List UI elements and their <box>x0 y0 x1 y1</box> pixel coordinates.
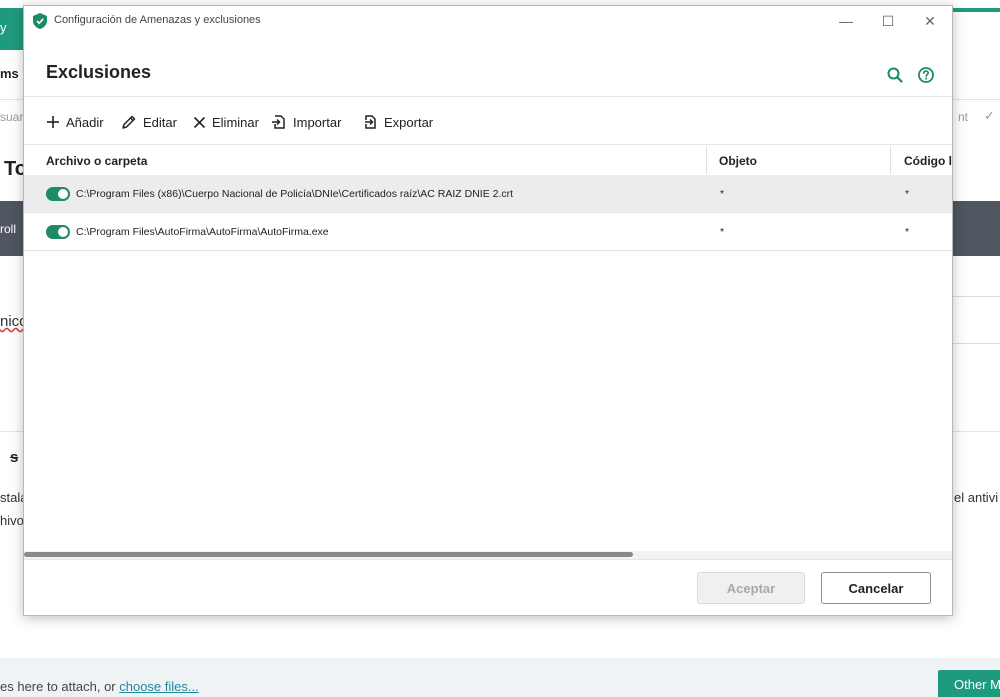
search-icon[interactable] <box>886 66 904 84</box>
pencil-icon <box>122 115 136 129</box>
background-fragment-text: hivo <box>0 513 24 528</box>
background-fragment-text: el antivi <box>954 490 999 505</box>
background-fragment-text: nt <box>958 110 969 124</box>
enable-toggle[interactable] <box>46 225 70 239</box>
close-button[interactable]: ✕ <box>908 6 952 36</box>
import-button-label: Importar <box>293 114 342 130</box>
check-icon: ✓ <box>984 108 995 123</box>
column-header-path[interactable]: Archivo o carpeta <box>46 154 147 168</box>
column-header-object[interactable]: Objeto <box>719 154 757 168</box>
minimize-button[interactable]: — <box>824 6 868 36</box>
choose-files-link[interactable]: choose files... <box>119 679 199 694</box>
toolbar: Añadir Editar Eliminar Importar Exportar <box>24 98 952 145</box>
window-titlebar[interactable]: Configuración de Amenazas y exclusiones … <box>24 6 952 36</box>
dialog-footer: Aceptar Cancelar <box>24 559 952 615</box>
shield-check-icon <box>33 13 47 29</box>
add-button[interactable]: Añadir <box>46 112 104 132</box>
table-row[interactable]: C:\Program Files\AutoFirma\AutoFirma\Aut… <box>24 213 952 251</box>
page-title: Exclusiones <box>46 62 152 82</box>
window-title: Configuración de Amenazas y exclusiones <box>54 14 261 26</box>
attach-hint: es here to attach, or choose files... <box>0 679 199 694</box>
cell-code: * <box>905 188 910 200</box>
close-x-icon <box>193 116 206 128</box>
table-row[interactable]: C:\Program Files (x86)\Cuerpo Nacional d… <box>24 175 952 213</box>
divider <box>952 296 1000 297</box>
delete-button-label: Eliminar <box>212 114 259 130</box>
divider <box>952 343 1000 344</box>
cell-path: C:\Program Files\AutoFirma\AutoFirma\Aut… <box>76 226 329 238</box>
maximize-button[interactable]: ☐ <box>866 6 910 36</box>
import-icon <box>272 115 285 129</box>
cell-object: * <box>720 188 725 200</box>
toggle-knob <box>58 227 68 237</box>
export-button-label: Exportar <box>384 114 434 130</box>
edit-button-label: Editar <box>143 114 177 130</box>
background-fragment-text: y <box>0 20 7 35</box>
edit-button[interactable]: Editar <box>121 112 177 132</box>
exclusions-dialog: Configuración de Amenazas y exclusiones … <box>23 5 953 616</box>
column-divider[interactable] <box>706 146 707 174</box>
plus-icon <box>47 116 59 128</box>
cell-code: * <box>905 226 910 238</box>
cancel-button[interactable]: Cancelar <box>821 572 931 604</box>
import-button[interactable]: Importar <box>271 112 341 132</box>
help-icon[interactable] <box>917 66 935 84</box>
table-header: Archivo o carpeta Objeto Código l <box>24 146 952 174</box>
background-top-bar-edge <box>952 8 1000 50</box>
toggle-knob <box>58 189 68 199</box>
export-icon <box>365 115 376 129</box>
delete-button[interactable]: Eliminar <box>193 112 259 132</box>
background-fragment-text: s <box>10 449 19 466</box>
column-divider[interactable] <box>890 146 891 174</box>
accept-button[interactable]: Aceptar <box>697 572 805 604</box>
background-fragment-text: roll <box>0 222 17 236</box>
column-header-code[interactable]: Código l <box>904 154 952 168</box>
dialog-header: Exclusiones <box>24 36 952 97</box>
cell-object: * <box>720 226 725 238</box>
background-fragment-text: suar <box>0 110 24 124</box>
other-methods-button[interactable]: Other Mo <box>938 670 1000 697</box>
export-button[interactable]: Exportar <box>362 112 433 132</box>
cell-path: C:\Program Files (x86)\Cuerpo Nacional d… <box>76 188 514 200</box>
add-button-label: Añadir <box>66 114 104 130</box>
background-fragment-text: ms <box>0 66 19 81</box>
attach-hint-text: es here to attach, or <box>0 679 120 694</box>
scrollbar-thumb[interactable] <box>24 552 633 557</box>
enable-toggle[interactable] <box>46 187 70 201</box>
horizontal-scrollbar[interactable] <box>24 551 952 559</box>
